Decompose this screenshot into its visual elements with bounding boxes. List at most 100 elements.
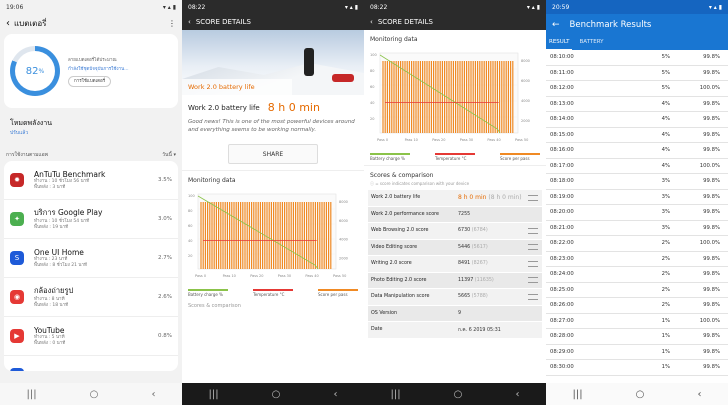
log-time: 08:29:00: [550, 348, 574, 355]
y2-tick-label: 2000: [521, 119, 530, 123]
log-time: 08:19:00: [550, 193, 574, 200]
recent-apps-icon[interactable]: |||: [27, 389, 37, 400]
back-arrow-icon[interactable]: ‹: [6, 18, 10, 29]
tab-battery[interactable]: BATTERY: [576, 36, 606, 50]
battery-log-row: 08:30:00 1% 99.8%: [546, 360, 728, 376]
app-usage-percent: 3.5%: [158, 177, 172, 183]
back-arrow-icon[interactable]: ‹: [370, 18, 373, 26]
y-tick-label: 40: [370, 101, 374, 105]
log-time: 08:12:00: [550, 85, 574, 92]
log-battery-level: 3%: [661, 209, 670, 216]
log-battery-level: 2%: [661, 240, 670, 247]
power-mode-section[interactable]: โหมดพลังงาน ปรับแล้ว: [0, 110, 182, 137]
score-value: 11397: [458, 277, 474, 283]
x-tick-label: Pass 10: [405, 138, 418, 142]
score-key: Photo Editing 2.0 score: [371, 277, 427, 283]
score-value: 5665: [458, 294, 471, 300]
app-usage-item[interactable]: ◉ กล้องถ่ายรูป ทำงาน : 8 นาที พื้นหลัง :…: [4, 278, 178, 317]
tab-bar: RESULT BATTERY: [546, 36, 728, 50]
log-battery-level: 1%: [661, 333, 670, 340]
monitoring-chart-svg: 100 80 60 40 20 8000 6000 4000 2000 Pass 0 Pass 10…: [370, 52, 530, 142]
tab-result[interactable]: RESULT: [546, 36, 573, 50]
compare-bar-icon[interactable]: [528, 227, 538, 234]
back-icon[interactable]: ‹: [697, 389, 701, 400]
score-compare: (8267): [471, 261, 488, 267]
battery-gauge: 82%: [10, 46, 60, 96]
app-usage-item[interactable]: ✦ บริการ Google Play ทำงาน : 10 ชั่วโมง …: [4, 200, 178, 239]
compare-bar-icon[interactable]: [528, 194, 538, 201]
battery-log-row: 08:28:00 1% 99.8%: [546, 329, 728, 345]
log-battery-level: 4%: [661, 116, 670, 123]
y2-tick-label: 6000: [521, 79, 530, 83]
status-time: 20:59: [552, 3, 570, 11]
score-row: Photo Editing 2.0 score 11397 (11635): [368, 272, 542, 289]
y-tick-label: 100: [188, 194, 195, 198]
compare-bar-icon[interactable]: [528, 293, 538, 300]
app-usage-item[interactable]: ▶ YouTube ทำงาน : 5 นาที พื้นหลัง : 0 นา…: [4, 317, 178, 356]
status-time: 08:22: [370, 3, 388, 11]
home-icon[interactable]: ○: [90, 389, 99, 400]
log-value: 100.0%: [699, 162, 720, 169]
log-value: 99.8%: [703, 209, 720, 216]
battery-log-row: 08:10:00 5% 99.8%: [546, 50, 728, 66]
compare-bar-icon[interactable]: [528, 260, 538, 267]
monitoring-title: Monitoring data: [182, 170, 364, 186]
log-value: 99.8%: [703, 286, 720, 293]
battery-usage-link[interactable]: กำลังใช้ชุดปัจจุบันการใช้งาน...: [68, 65, 129, 74]
app-icon: ✹: [10, 173, 24, 187]
status-icons: ▾ ▴ ▮: [526, 3, 540, 11]
more-options-icon[interactable]: ⋮: [168, 19, 176, 28]
legend-score: Score per pass: [500, 156, 530, 161]
back-icon[interactable]: ‹: [515, 389, 519, 400]
log-time: 08:27:00: [550, 317, 574, 324]
score-compare: (11635): [474, 277, 494, 283]
y-tick-label: 100: [370, 53, 377, 57]
back-arrow-icon[interactable]: ←: [552, 20, 560, 30]
score-key: Data Manipulation score: [371, 294, 430, 300]
app-usage-item[interactable]: R Real Racing 3: [4, 356, 178, 371]
score-row: Date ก.ค. 6 2019 05:31: [368, 322, 542, 339]
chevron-down-icon: ▾: [173, 152, 176, 158]
back-icon[interactable]: ‹: [151, 389, 155, 400]
share-button[interactable]: SHARE: [228, 144, 318, 164]
back-icon[interactable]: ‹: [333, 389, 337, 400]
log-time: 08:22:00: [550, 240, 574, 247]
log-battery-level: 1%: [661, 364, 670, 371]
battery-log-row: 08:14:00 4% 99.8%: [546, 112, 728, 128]
log-time: 08:13:00: [550, 100, 574, 107]
x-tick-label: Pass 40: [305, 274, 318, 278]
battery-log-row: 08:16:00 4% 99.8%: [546, 143, 728, 159]
y-tick-label: 40: [188, 239, 192, 243]
app-usage-item[interactable]: S One UI Home ทำงาน : 23 นาที พื้นหลัง :…: [4, 239, 178, 278]
back-arrow-icon[interactable]: ‹: [188, 18, 191, 26]
log-time: 08:23:00: [550, 255, 574, 262]
log-battery-level: 2%: [661, 302, 670, 309]
log-time: 08:14:00: [550, 116, 574, 123]
recent-apps-icon[interactable]: |||: [209, 389, 219, 400]
recent-apps-icon[interactable]: |||: [391, 389, 401, 400]
app-header: ‹ แบตเตอรี่ ⋮: [0, 14, 182, 32]
usage-filter[interactable]: วันนี้ ▾: [162, 151, 176, 159]
compare-bar-icon[interactable]: [528, 277, 538, 284]
y2-tick-label: 8000: [339, 200, 348, 204]
score-key: Date: [371, 327, 383, 333]
home-icon[interactable]: ○: [272, 389, 281, 400]
log-value: 99.8%: [703, 193, 720, 200]
app-name: Real Racing 3: [34, 371, 172, 372]
home-icon[interactable]: ○: [636, 389, 645, 400]
score-key: Work 2.0 performance score: [371, 211, 439, 217]
app-usage-item[interactable]: ✹ AnTuTu Benchmark ทำงาน : 10 ชั่วโมง 56…: [4, 161, 178, 200]
score-compare: (8 h 0 min): [488, 194, 522, 202]
battery-log-row: 08:17:00 4% 100.0%: [546, 159, 728, 174]
score-row: Work 2.0 battery life 8 h 0 min: [182, 95, 364, 116]
app-background-time: พื้นหลัง : 0 นาที: [34, 340, 66, 346]
compare-bar-icon[interactable]: [528, 244, 538, 251]
log-value: 99.8%: [703, 116, 720, 123]
score-val-wrap: 9: [458, 311, 542, 316]
hero-banner: Work 2.0 battery life: [182, 79, 292, 95]
score-key: Web Browsing 2.0 score: [371, 228, 429, 234]
home-icon[interactable]: ○: [454, 389, 463, 400]
battery-usage-button[interactable]: การใช้แบตเตอรี่: [68, 75, 112, 87]
recent-apps-icon[interactable]: |||: [573, 389, 583, 400]
log-battery-level: 1%: [661, 348, 670, 355]
